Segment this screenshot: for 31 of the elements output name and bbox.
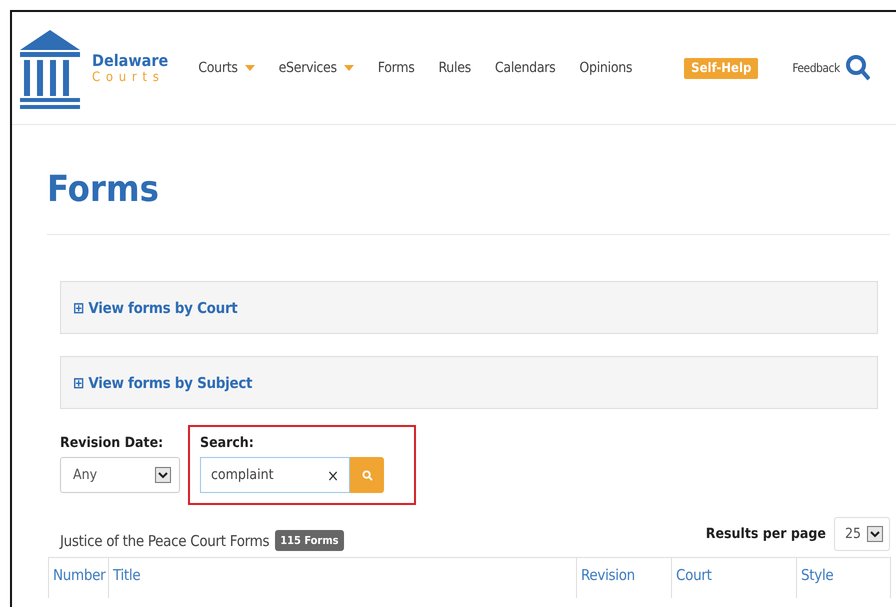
- search-icon: [362, 470, 372, 480]
- clear-button[interactable]: ×: [326, 466, 339, 484]
- accordion-toggle[interactable]: ⊞ View forms by Subject: [73, 374, 252, 392]
- field-label: Results per page: [706, 526, 826, 542]
- column-header[interactable]: Title: [109, 558, 577, 598]
- nav-link[interactable]: Rules: [426, 60, 483, 76]
- per-page-select[interactable]: 25: [834, 517, 890, 551]
- accordion-toggle[interactable]: ⊞ View forms by Court: [73, 298, 238, 316]
- caret-icon: [344, 65, 354, 71]
- caret-icon: [244, 65, 255, 71]
- results-title: Justice of the Peace Court Forms: [60, 532, 270, 550]
- count-badge: 115 Forms: [275, 530, 344, 551]
- dropdown-icon: [867, 526, 883, 542]
- nav-link[interactable]: Forms: [366, 60, 426, 76]
- field-label: Revision Date:: [60, 435, 164, 451]
- search-field[interactable]: complaint ×: [200, 457, 350, 493]
- revision-date-select[interactable]: Any: [60, 457, 180, 493]
- column-header[interactable]: Style: [797, 558, 891, 598]
- dropdown-icon: [155, 467, 171, 483]
- nav-link[interactable]: eServices: [266, 60, 366, 76]
- field-label: Search:: [200, 435, 255, 451]
- nav-link[interactable]: Opinions: [567, 60, 644, 76]
- column-header[interactable]: Number: [49, 558, 109, 598]
- nav-link[interactable]: Courts: [182, 60, 267, 76]
- column-header[interactable]: Court: [672, 558, 797, 598]
- page-title: Forms: [47, 125, 890, 235]
- logo-title[interactable]: Delaware: [92, 51, 168, 70]
- column-header[interactable]: Revision: [577, 558, 672, 598]
- nav-link[interactable]: Calendars: [482, 60, 568, 76]
- search-icon[interactable]: [846, 55, 870, 81]
- feedback-link[interactable]: Feedback: [792, 61, 840, 75]
